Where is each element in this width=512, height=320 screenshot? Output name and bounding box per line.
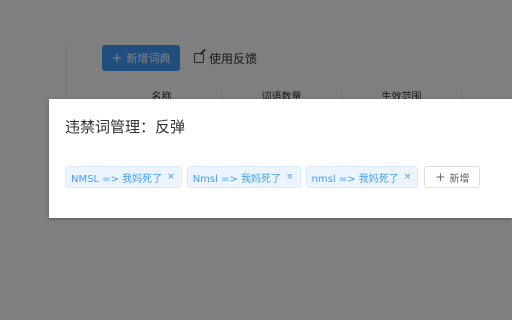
tag-label: nmsl => 我妈死了 bbox=[311, 173, 399, 185]
word-tag: Nmsl => 我妈死了 × bbox=[186, 166, 301, 188]
add-word-button[interactable]: + 新增 bbox=[424, 166, 481, 188]
close-icon[interactable]: × bbox=[404, 172, 412, 182]
tag-label: Nmsl => 我妈死了 bbox=[192, 173, 282, 185]
word-tag: NMSL => 我妈死了 × bbox=[65, 166, 182, 188]
add-word-label: 新增 bbox=[449, 173, 470, 185]
tag-list: NMSL => 我妈死了 × Nmsl => 我妈死了 × nmsl => 我妈… bbox=[65, 166, 481, 188]
dialog-title: 违禁词管理：反弹 bbox=[65, 118, 186, 136]
tag-label: NMSL => 我妈死了 bbox=[71, 173, 163, 185]
close-icon[interactable]: × bbox=[167, 172, 175, 182]
plus-icon: + bbox=[435, 170, 446, 184]
forbidden-words-dialog: 违禁词管理：反弹 NMSL => 我妈死了 × Nmsl => 我妈死了 × n… bbox=[49, 99, 512, 218]
word-tag: nmsl => 我妈死了 × bbox=[305, 166, 419, 188]
close-icon[interactable]: × bbox=[286, 172, 294, 182]
